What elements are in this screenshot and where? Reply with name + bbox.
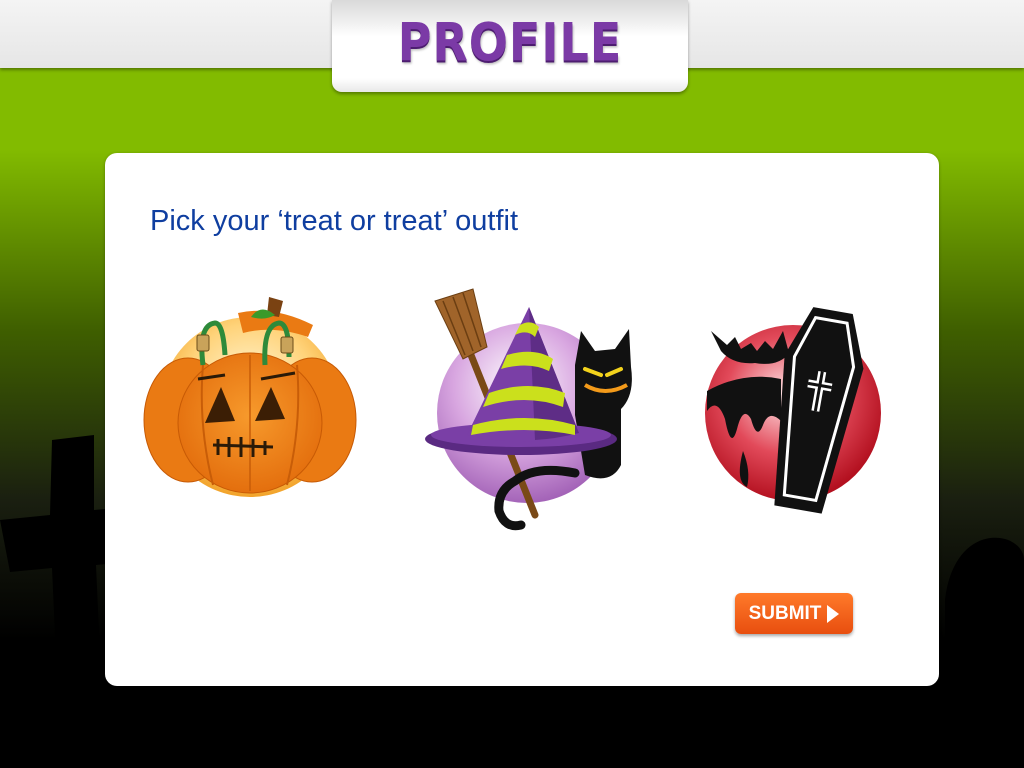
outfit-option-vampire[interactable] xyxy=(703,301,888,517)
witch-hat-cat-broom-icon xyxy=(425,288,632,531)
page-title: PROFILE xyxy=(397,10,623,74)
submit-label: SUBMIT xyxy=(748,602,822,624)
outfit-card: Pick your ‘treat or treat’ outfit SUBMIT xyxy=(105,153,939,686)
outfit-option-witch[interactable] xyxy=(425,285,635,535)
round-gravestone xyxy=(945,537,1024,700)
play-arrow-icon xyxy=(827,604,840,623)
outfit-prompt: Pick your ‘treat or treat’ outfit xyxy=(150,205,519,237)
coffin-bat-icon xyxy=(705,307,881,514)
submit-button[interactable]: SUBMIT xyxy=(735,593,853,634)
pumpkin-icon xyxy=(143,297,357,497)
outfit-option-pumpkin[interactable] xyxy=(143,295,357,509)
